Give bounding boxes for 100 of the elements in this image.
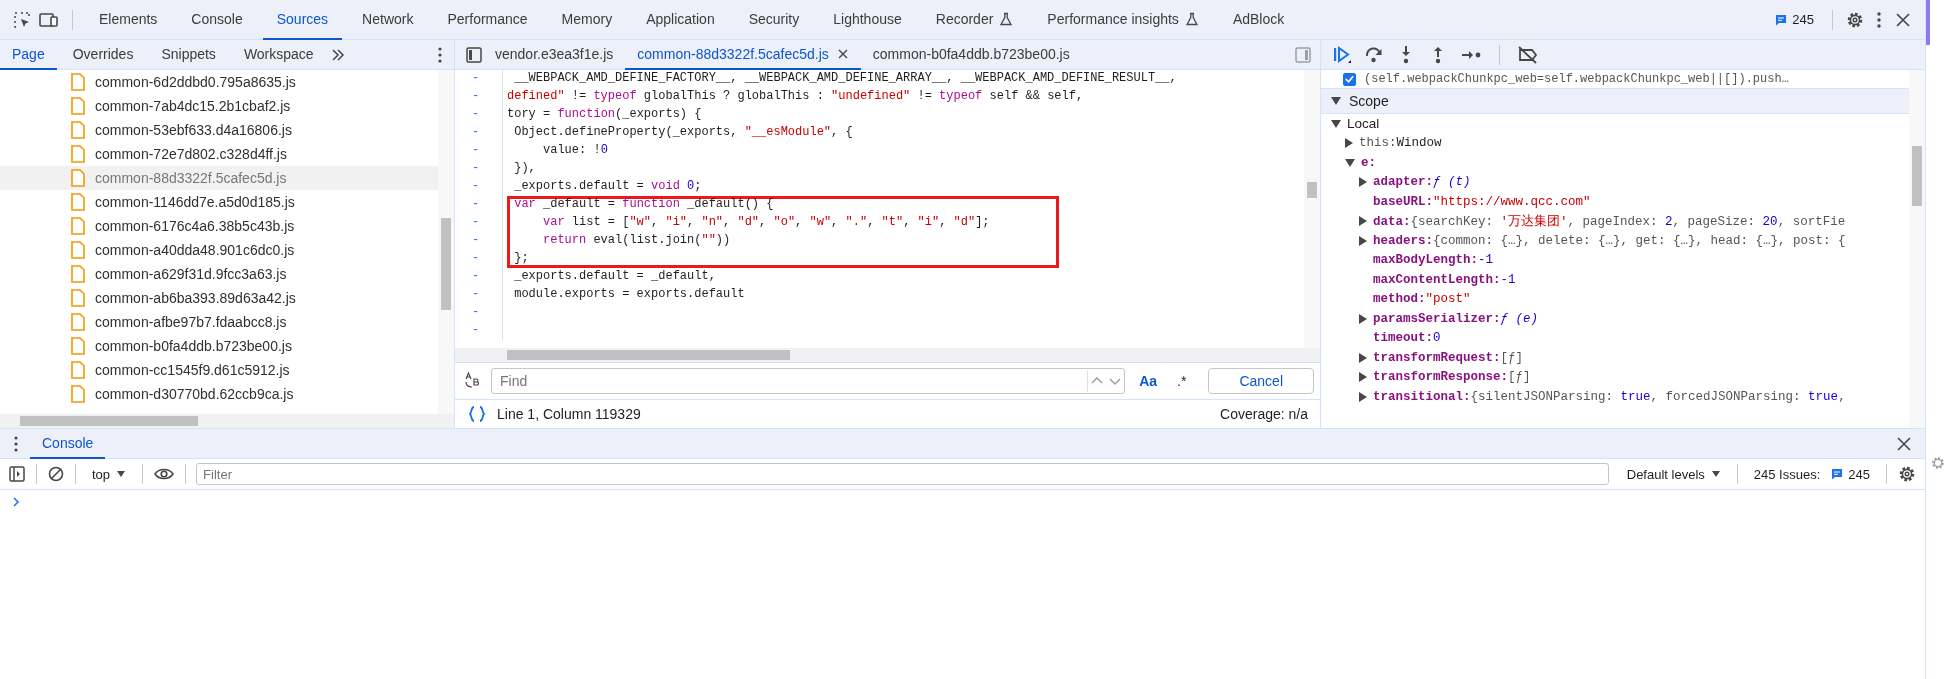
- scope-entry[interactable]: headers:{common: {…}, delete: {…}, get: {…}, head: {…}, post: {: [1373, 233, 1846, 248]
- file-item[interactable]: common-a40dda48.901c6dc0.js: [0, 238, 438, 262]
- panel-tab[interactable]: AdBlock: [1218, 0, 1299, 40]
- log-levels-dropdown[interactable]: Default levels: [1620, 466, 1727, 482]
- file-item[interactable]: common-b0fa4ddb.b723be00.js: [0, 334, 438, 358]
- navigator-tab[interactable]: Overrides: [60, 39, 146, 70]
- panel-tab[interactable]: Elements: [85, 0, 172, 40]
- sidebar-toggle-icon[interactable]: [8, 465, 26, 483]
- navigator-tab[interactable]: Workspace: [231, 39, 326, 70]
- scrollbar[interactable]: [1909, 70, 1925, 428]
- file-item[interactable]: common-72e7d802.c328d4ff.js: [0, 142, 438, 166]
- expand-arrow-icon[interactable]: [1345, 158, 1355, 167]
- deactivate-breakpoints-icon[interactable]: [1516, 43, 1540, 66]
- expand-arrow-icon[interactable]: [1359, 372, 1367, 383]
- scope-entry[interactable]: transformRequest:[ƒ]: [1373, 350, 1524, 365]
- braces-icon[interactable]: [467, 405, 487, 423]
- file-item[interactable]: common-53ebf633.d4a16806.js: [0, 118, 438, 142]
- scope-entry[interactable]: data:{searchKey: '万达集团', pageIndex: 2, pageSize: 20, sortFie: [1373, 212, 1846, 230]
- file-item[interactable]: common-ab6ba393.89d63a42.js: [0, 286, 438, 310]
- expand-arrow-icon[interactable]: [1359, 391, 1367, 402]
- expand-arrow-icon[interactable]: [1345, 138, 1353, 149]
- chevron-double-icon[interactable]: [329, 46, 346, 63]
- filter-field[interactable]: Filter: [196, 463, 1609, 485]
- message-icon: [1830, 467, 1845, 481]
- scope-entry[interactable]: this:Window: [1359, 136, 1442, 151]
- file-item[interactable]: common-6d2ddbd0.795a8635.js: [0, 70, 438, 94]
- expand-arrow-icon[interactable]: [1331, 119, 1341, 128]
- scope-entry[interactable]: adapter:ƒ (t): [1373, 175, 1471, 190]
- file-item[interactable]: common-cc1545f9.d61c5912.js: [0, 358, 438, 382]
- expand-arrow-icon[interactable]: [1359, 352, 1367, 363]
- code-line: var _default = function _default() {: [507, 196, 1059, 214]
- file-tab[interactable]: common-88d3322f.5cafec5d.js: [625, 39, 861, 70]
- context-dropdown[interactable]: top: [86, 466, 133, 482]
- file-item[interactable]: common-6176c4a6.38b5c43b.js: [0, 214, 438, 238]
- breakpoint-code[interactable]: (self.webpackChunkpc_web=self.webpackChunkpc_web||[]).push…: [1364, 72, 1789, 86]
- scrollbar[interactable]: [1304, 70, 1320, 348]
- scrollbar[interactable]: [438, 70, 454, 414]
- expand-arrow-icon[interactable]: [1359, 216, 1367, 227]
- expand-arrow-icon[interactable]: [1359, 235, 1367, 246]
- scope-entry[interactable]: transformResponse:[ƒ]: [1373, 370, 1531, 385]
- code-line: }),: [513, 160, 537, 177]
- navigator-tab[interactable]: Page: [0, 39, 57, 70]
- close-icon[interactable]: [1895, 434, 1913, 453]
- scope-entry[interactable]: paramsSerializer:ƒ (e): [1373, 311, 1539, 326]
- regex-button[interactable]: .*: [1171, 373, 1193, 389]
- scope-entry[interactable]: timeout:0: [1373, 331, 1441, 346]
- code-line: tory = function(_exports) {: [507, 106, 703, 123]
- file-item[interactable]: common-afbe97b7.fdaabcc8.js: [0, 310, 438, 334]
- code-line: value: !0: [542, 142, 609, 159]
- inspect-icon[interactable]: [12, 9, 32, 30]
- scope-entry[interactable]: Local: [1347, 115, 1380, 132]
- file-tab[interactable]: common-b0fa4ddb.b723be00.js: [860, 39, 1082, 70]
- message-icon: [1774, 12, 1789, 27]
- scope-entry[interactable]: method:"post": [1373, 292, 1471, 307]
- clear-icon[interactable]: [47, 465, 65, 483]
- scrollbar[interactable]: [455, 348, 1320, 362]
- drawer-tab[interactable]: Console: [30, 428, 106, 459]
- scrollbar[interactable]: [0, 414, 454, 428]
- scope-entry[interactable]: maxContentLength:-1: [1373, 272, 1516, 287]
- expand-arrow-icon[interactable]: [1359, 313, 1367, 324]
- file-tab[interactable]: vendor.e3ea3f1e.js: [483, 39, 626, 70]
- panel-tab[interactable]: Console: [177, 0, 257, 40]
- settings-icon[interactable]: [1897, 464, 1917, 484]
- close-icon[interactable]: [836, 47, 849, 60]
- navigator-tab[interactable]: Snippets: [149, 39, 228, 70]
- expand-arrow-icon[interactable]: [1331, 97, 1341, 105]
- scope-entry[interactable]: e:: [1361, 155, 1376, 170]
- sidebar-toggle-icon[interactable]: [465, 45, 483, 64]
- scope-entry[interactable]: baseURL:"https://www.qcc.com": [1373, 194, 1591, 209]
- file-item[interactable]: common-88d3322f.5cafec5d.js: [0, 166, 438, 190]
- panel-tab[interactable]: Lighthouse: [819, 0, 916, 40]
- file-icon: [70, 145, 86, 163]
- file-icon: [70, 313, 86, 331]
- checkbox[interactable]: [1343, 72, 1356, 86]
- expand-arrow-icon[interactable]: [1359, 177, 1367, 188]
- find-field[interactable]: Find: [491, 368, 1126, 394]
- panel-tab[interactable]: Network: [348, 0, 428, 40]
- file-item[interactable]: common-7ab4dc15.2b1cbaf2.js: [0, 94, 438, 118]
- panel-tab[interactable]: Application: [632, 0, 729, 40]
- panel-tab[interactable]: Memory: [547, 0, 627, 40]
- issues-button[interactable]: 245: [1824, 466, 1876, 482]
- match-case-button[interactable]: Aa: [1133, 373, 1164, 389]
- file-item[interactable]: common-d30770bd.62ccb9ca.js: [0, 382, 438, 406]
- scope-entry[interactable]: transitional:{silentJSONParsing: true, forcedJSONParsing: true,: [1373, 389, 1846, 404]
- issues-button[interactable]: 245: [1768, 12, 1820, 27]
- section-header[interactable]: Scope: [1321, 88, 1909, 114]
- code-line: return eval(list.join("")): [507, 232, 1059, 250]
- sidebar-toggle-icon[interactable]: [1294, 45, 1312, 64]
- panel-tab[interactable]: Performance insights: [1033, 0, 1213, 40]
- code-line: _exports.default = _default,: [513, 268, 717, 285]
- file-item[interactable]: common-1146dd7e.a5d0d185.js: [0, 190, 438, 214]
- scope-entry[interactable]: maxBodyLength:-1: [1373, 253, 1494, 268]
- file-icon: [70, 265, 86, 283]
- panel-tab[interactable]: Performance: [433, 0, 542, 40]
- resume-icon[interactable]: [1331, 43, 1353, 66]
- file-icon: [70, 361, 86, 379]
- file-item[interactable]: common-a629f31d.9fcc3a63.js: [0, 262, 438, 286]
- cancel-button[interactable]: Cancel: [1208, 368, 1314, 394]
- panel-tab[interactable]: Recorder: [921, 0, 1028, 40]
- panel-tab[interactable]: Security: [734, 0, 814, 40]
